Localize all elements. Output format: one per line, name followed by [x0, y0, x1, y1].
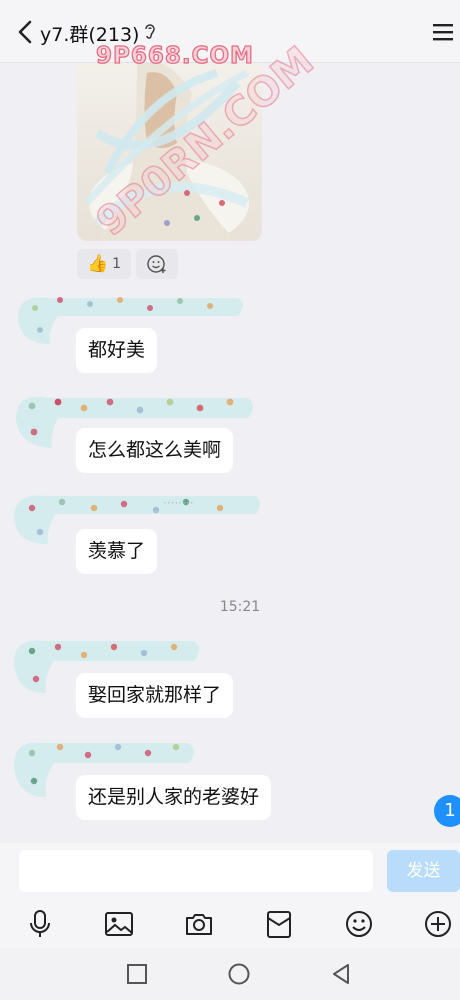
red-packet-icon[interactable] [263, 908, 295, 940]
add-reaction-button[interactable] [136, 249, 178, 279]
message-bubble[interactable]: 怎么都这么美啊 [76, 428, 234, 473]
recent-apps-icon[interactable] [125, 962, 149, 986]
message-bubble[interactable]: 还是别人家的老婆好 [76, 775, 272, 820]
camera-icon[interactable] [183, 908, 215, 940]
back-triangle-icon[interactable] [329, 962, 353, 986]
watermark-top: 9P668.COM [95, 42, 254, 69]
timestamp: 15:21 [219, 599, 261, 615]
send-button[interactable]: 发送 [387, 850, 460, 892]
chevron-left-icon[interactable] [14, 18, 38, 46]
earpiece-mode-icon[interactable] [142, 22, 158, 42]
menu-icon[interactable] [432, 22, 454, 42]
image-icon[interactable] [103, 908, 135, 940]
chat-toolbar [0, 900, 460, 948]
home-icon[interactable] [227, 962, 251, 986]
like-reaction[interactable]: 👍 1 [77, 249, 131, 279]
message-input[interactable] [19, 850, 373, 892]
like-count: 1 [112, 256, 122, 272]
add-reaction-icon [147, 255, 166, 273]
input-bar: 发送 [0, 843, 460, 900]
thumbs-up-icon: 👍 [86, 254, 109, 274]
message-bubble[interactable]: 羡慕了 [76, 529, 158, 574]
message-bubble[interactable]: 娶回家就那样了 [76, 673, 234, 718]
emoji-icon[interactable] [343, 908, 375, 940]
unread-badge[interactable]: 1 [434, 795, 460, 827]
message-list[interactable]: 👍 1 ········ 都好美 怎么都这么美啊 羡慕了 15:21 娶回家就那… [0, 63, 460, 843]
faint-sender-text: ········ [163, 496, 194, 510]
mic-icon[interactable] [24, 908, 56, 940]
plus-icon[interactable] [422, 908, 454, 940]
message-bubble[interactable]: 都好美 [76, 328, 158, 373]
system-nav-bar [0, 948, 460, 1000]
